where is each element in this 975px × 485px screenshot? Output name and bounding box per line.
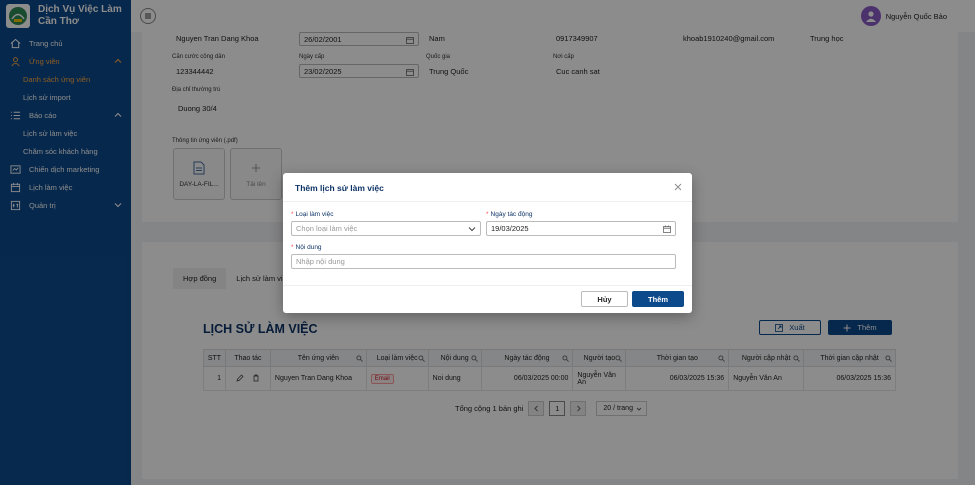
content-placeholder: Nhập nội dung [296,257,345,266]
calendar-icon [663,225,671,233]
content-label-text: Nội dung [295,244,322,251]
date-label: * Ngày tác động [486,211,533,218]
modal-divider [283,201,692,202]
content-input[interactable]: Nhập nội dung [291,254,676,269]
type-label: * Loại làm việc [291,211,334,218]
submit-button[interactable]: Thêm [632,291,684,307]
type-label-text: Loại làm việc [295,211,334,218]
cancel-button[interactable]: Hủy [581,291,628,307]
modal-divider [283,285,692,286]
date-label-text: Ngày tác động [490,211,533,218]
type-placeholder: Chọn loại làm việc [296,224,358,233]
modal-title: Thêm lịch sử làm việc [295,183,384,193]
date-picker[interactable]: 19/03/2025 [486,221,676,236]
date-value: 19/03/2025 [491,224,529,233]
content-label: * Nội dung [291,244,322,251]
type-select[interactable]: Chọn loại làm việc [291,221,481,236]
add-history-modal: Thêm lịch sử làm việc * Loại làm việc Chọ… [283,173,692,313]
close-icon[interactable] [673,182,683,192]
chevron-down-icon [468,227,476,232]
